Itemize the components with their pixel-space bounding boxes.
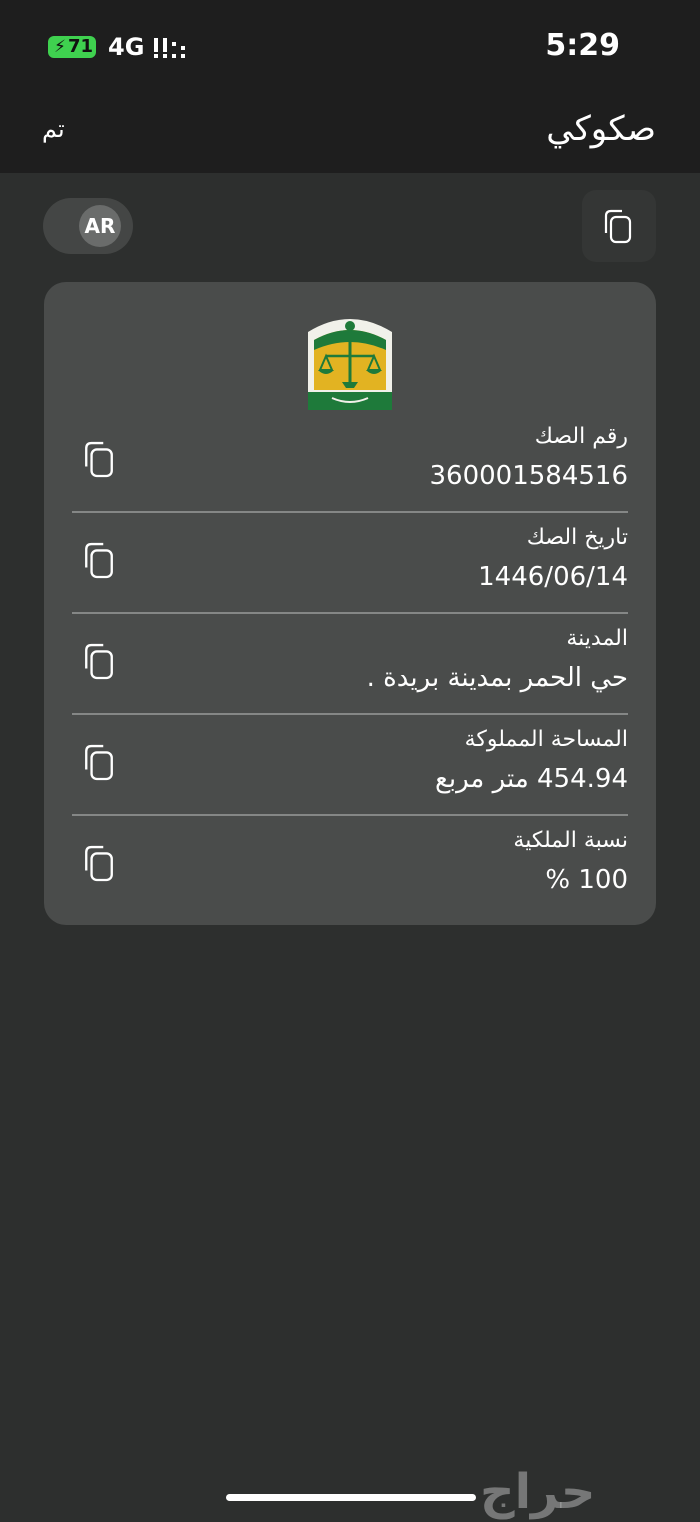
city-row: المدينة حي الحمر بمدينة بريدة .	[72, 614, 628, 715]
copy-icon[interactable]	[82, 742, 116, 782]
field-label: تاريخ الصك	[526, 525, 628, 550]
field-value: 100 %	[545, 865, 628, 895]
battery-level: 71	[68, 36, 94, 57]
copy-icon[interactable]	[82, 540, 116, 580]
field-label: المساحة المملوكة	[464, 727, 628, 752]
copy-icon[interactable]	[82, 843, 116, 883]
copy-all-button[interactable]	[582, 190, 656, 262]
done-button[interactable]: تم	[42, 113, 65, 145]
copy-icon[interactable]	[82, 641, 116, 681]
field-value: حي الحمر بمدينة بريدة .	[366, 663, 628, 693]
ownership-percentage-row: نسبة الملكية 100 %	[72, 816, 628, 917]
navigation-bar: تم صكوكي	[0, 95, 700, 173]
deed-number-row: رقم الصك 360001584516	[72, 412, 628, 513]
copy-icon[interactable]	[82, 439, 116, 479]
signal-icon	[154, 38, 185, 58]
page-title: صكوكي	[546, 109, 656, 149]
field-label: نسبة الملكية	[513, 828, 628, 853]
field-value: 360001584516	[429, 461, 628, 491]
owned-area-row: المساحة المملوكة 454.94 متر مربع	[72, 715, 628, 816]
field-label: المدينة	[566, 626, 628, 651]
deed-card: رقم الصك 360001584516 تاريخ الصك 1446/06…	[44, 282, 656, 925]
charging-bolt-icon: ⚡	[54, 37, 66, 57]
field-label: رقم الصك	[534, 424, 628, 449]
clock: 5:29	[545, 28, 620, 63]
battery-indicator: ⚡ 71	[48, 36, 98, 58]
ministry-of-justice-logo-icon	[308, 319, 392, 410]
home-indicator[interactable]	[226, 1494, 476, 1501]
field-value: 1446/06/14	[478, 562, 628, 592]
network-type: 4G	[108, 33, 145, 61]
status-bar: ⚡ 71 4G 5:29	[0, 0, 700, 95]
deed-date-row: تاريخ الصك 1446/06/14	[72, 513, 628, 614]
haraj-watermark: حراج	[480, 1464, 596, 1520]
language-toggle-label: AR	[79, 205, 121, 247]
language-toggle[interactable]: AR	[43, 198, 133, 254]
copy-icon	[604, 209, 632, 244]
field-value: 454.94 متر مربع	[435, 764, 628, 794]
